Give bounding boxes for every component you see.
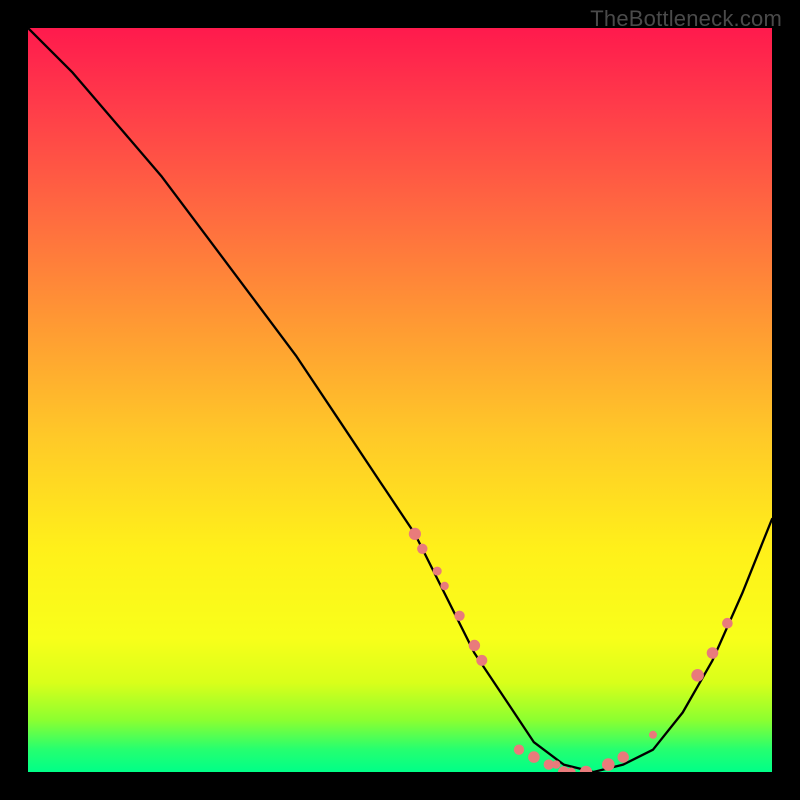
chart-svg [28,28,772,772]
data-point-marker [707,647,719,659]
data-point-marker [552,760,560,768]
watermark-text: TheBottleneck.com [590,6,782,32]
data-point-marker [602,758,615,771]
data-point-marker [409,528,421,540]
data-point-marker [528,751,540,763]
data-point-marker [649,731,657,739]
data-point-marker [440,582,448,590]
data-point-marker [618,751,629,762]
data-point-marker [469,640,480,651]
data-point-marker [514,745,524,755]
data-point-marker [454,611,464,621]
data-point-marker [691,669,704,682]
data-point-marker [580,766,592,772]
chart-plot-area [28,28,772,772]
data-markers [409,528,733,772]
data-point-marker [476,655,487,666]
data-point-marker [417,544,427,554]
data-point-marker [722,618,733,629]
bottleneck-curve [28,28,772,772]
data-point-marker [433,567,442,576]
